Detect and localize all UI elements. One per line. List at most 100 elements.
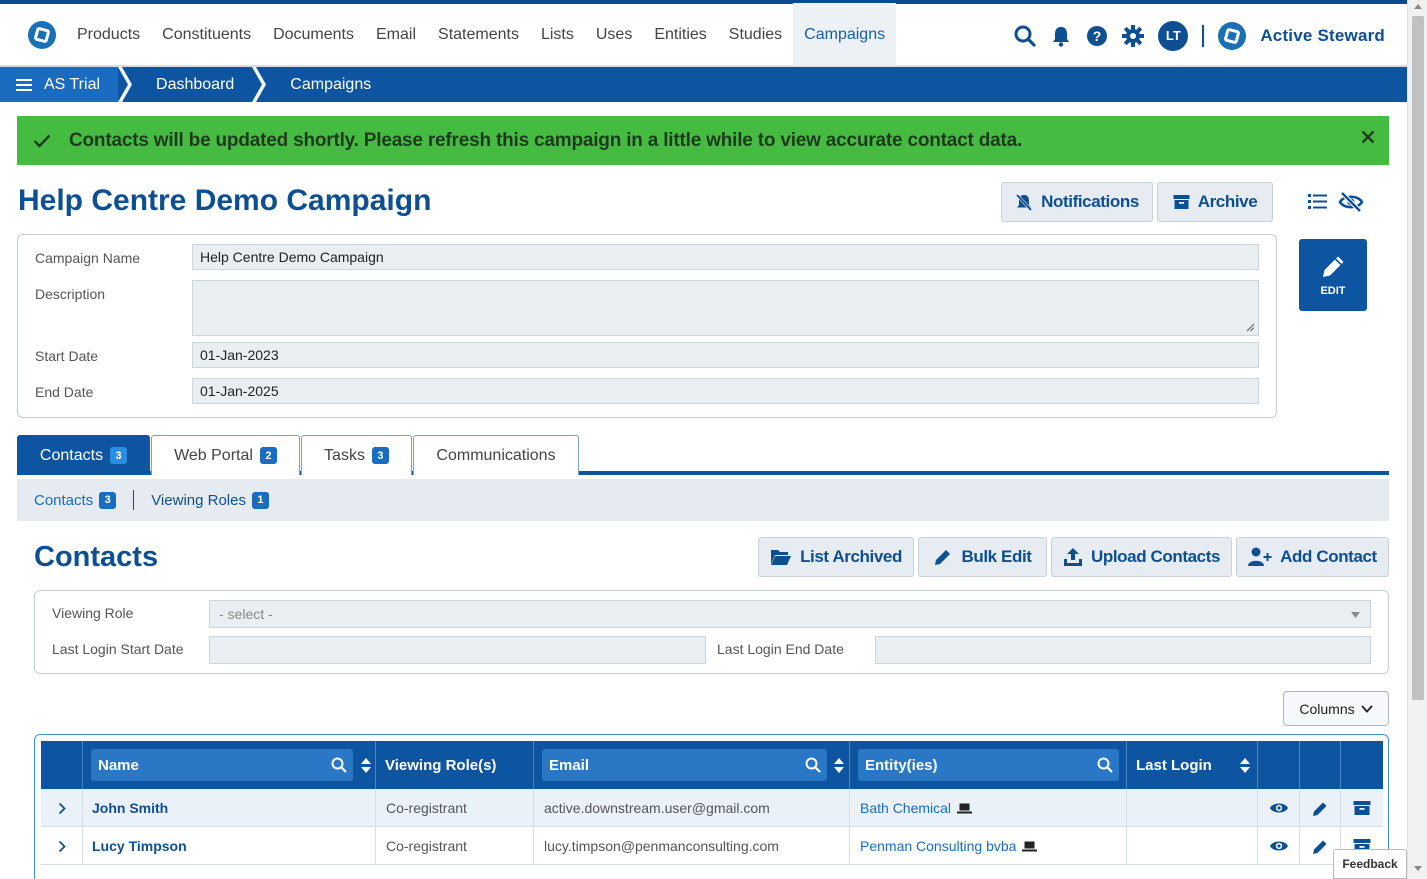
subnav-contacts[interactable]: Contacts 3	[17, 491, 133, 509]
bell-icon[interactable]	[1050, 25, 1072, 47]
breadcrumb-label: AS Trial	[44, 75, 101, 93]
expand-row-cell[interactable]	[41, 827, 83, 865]
campaign-name-field[interactable]: Help Centre Demo Campaign	[192, 244, 1259, 270]
tab-communications[interactable]: Communications	[413, 435, 579, 475]
name-column-header[interactable]: Name	[83, 741, 376, 789]
nav-right-tools: ? LT Active Steward	[1014, 4, 1385, 67]
view-action-cell	[1258, 789, 1300, 827]
eye-icon[interactable]	[1269, 839, 1289, 853]
laptop-icon	[957, 803, 973, 813]
campaign-details-form: Campaign Name Help Centre Demo Campaign …	[17, 234, 1277, 418]
list-archived-button[interactable]: List Archived	[758, 537, 914, 577]
archive-action-cell	[1341, 789, 1383, 827]
last-login-end-input[interactable]	[875, 636, 1371, 664]
archive-icon[interactable]	[1353, 800, 1371, 816]
nav-entities[interactable]: Entities	[643, 3, 717, 66]
page-scrollbar[interactable]	[1407, 0, 1427, 879]
email-search-field[interactable]: Email	[542, 749, 827, 781]
contact-name[interactable]: John Smith	[83, 789, 376, 827]
help-icon[interactable]: ?	[1086, 25, 1108, 47]
nav-lists[interactable]: Lists	[530, 3, 585, 66]
sort-icon[interactable]	[361, 758, 371, 773]
add-contact-button[interactable]: Add Contact	[1236, 537, 1389, 577]
tab-tasks[interactable]: Tasks 3	[301, 435, 412, 475]
description-field[interactable]	[192, 280, 1259, 336]
breadcrumb: AS Trial Dashboard Campaigns	[0, 67, 1407, 102]
entity-name[interactable]: Bath Chemical	[860, 800, 951, 816]
add-user-icon	[1248, 547, 1272, 566]
add-contact-label: Add Contact	[1280, 547, 1377, 566]
breadcrumb-campaigns[interactable]: Campaigns	[266, 67, 389, 102]
start-date-field[interactable]: 01-Jan-2023	[192, 342, 1259, 368]
edit-button[interactable]: EDIT	[1299, 239, 1367, 311]
scroll-up-arrow-icon[interactable]	[1414, 4, 1422, 9]
viewing-role-select[interactable]: - select -	[209, 600, 1371, 628]
feedback-button[interactable]: Feedback	[1333, 849, 1407, 879]
breadcrumb-as-trial[interactable]: AS Trial	[0, 67, 119, 102]
scroll-down-arrow-icon[interactable]	[1414, 866, 1422, 871]
contact-name[interactable]: Lucy Timpson	[83, 827, 376, 865]
nav-email[interactable]: Email	[365, 3, 427, 66]
nav-statements[interactable]: Statements	[427, 3, 530, 66]
nav-studies[interactable]: Studies	[718, 3, 793, 66]
eye-slash-icon[interactable]	[1338, 191, 1364, 213]
breadcrumb-dashboard[interactable]: Dashboard	[132, 67, 252, 102]
table-header: Name Viewing Role(s) Email Entity(ies) L…	[41, 741, 1383, 789]
table-row[interactable]: Lucy Timpson Co-registrant lucy.timpson@…	[41, 827, 1383, 865]
user-avatar[interactable]: LT	[1158, 20, 1189, 51]
last-login-start-label: Last Login Start Date	[52, 641, 184, 657]
search-icon[interactable]	[331, 757, 347, 773]
last-login-cell	[1127, 827, 1258, 865]
sort-icon[interactable]	[834, 758, 844, 773]
close-icon[interactable]	[1361, 130, 1375, 144]
nav-products[interactable]: Products	[66, 3, 151, 66]
tab-web-portal[interactable]: Web Portal 2	[151, 435, 300, 475]
nav-uses[interactable]: Uses	[585, 3, 643, 66]
list-icon[interactable]	[1308, 191, 1328, 211]
subnav-viewing-roles[interactable]: Viewing Roles 1	[134, 491, 286, 509]
entities-column-header[interactable]: Entity(ies)	[850, 741, 1127, 789]
table-row[interactable]: John Smith Co-registrant active.downstre…	[41, 789, 1383, 827]
last-login-start-input[interactable]	[209, 636, 706, 664]
scroll-thumb[interactable]	[1412, 16, 1424, 700]
sort-icon[interactable]	[1240, 758, 1250, 773]
pencil-icon[interactable]	[1312, 838, 1329, 855]
tab-label: Tasks	[324, 446, 365, 464]
contacts-table: Name Viewing Role(s) Email Entity(ies) L…	[34, 734, 1389, 879]
nav-campaigns[interactable]: Campaigns	[793, 3, 897, 66]
search-icon[interactable]	[1014, 25, 1036, 47]
expand-row-cell[interactable]	[41, 789, 83, 827]
last-login-column-header[interactable]: Last Login	[1127, 741, 1258, 789]
last-login-cell	[1127, 789, 1258, 827]
pencil-icon[interactable]	[1312, 800, 1329, 817]
pencil-icon	[1323, 256, 1344, 277]
tab-contacts[interactable]: Contacts 3	[17, 435, 150, 475]
eye-icon[interactable]	[1269, 801, 1289, 815]
search-icon[interactable]	[1097, 757, 1113, 773]
nav-constituents[interactable]: Constituents	[151, 3, 262, 66]
search-icon[interactable]	[805, 757, 821, 773]
gear-icon[interactable]	[1122, 24, 1145, 47]
viewing-roles-column-header[interactable]: Viewing Role(s)	[376, 741, 534, 789]
resize-handle-icon[interactable]	[1246, 323, 1255, 332]
entity-name[interactable]: Penman Consulting bvba	[860, 838, 1016, 854]
archive-button[interactable]: Archive	[1157, 182, 1273, 222]
bulk-edit-button[interactable]: Bulk Edit	[918, 537, 1047, 577]
name-search-field[interactable]: Name	[91, 749, 353, 781]
pencil-icon	[935, 550, 951, 565]
hamburger-menu-icon[interactable]	[16, 78, 32, 91]
entities-search-field[interactable]: Entity(ies)	[858, 749, 1119, 781]
nav-documents[interactable]: Documents	[262, 3, 365, 66]
end-date-field[interactable]: 01-Jan-2025	[192, 378, 1259, 404]
columns-button[interactable]: Columns	[1283, 691, 1389, 726]
notifications-button[interactable]: Notifications	[1001, 182, 1153, 222]
upload-contacts-button[interactable]: Upload Contacts	[1051, 537, 1232, 577]
chevron-right-icon[interactable]	[58, 840, 66, 853]
email-column-header[interactable]: Email	[534, 741, 850, 789]
entity-cell[interactable]: Bath Chemical	[850, 789, 1127, 827]
entity-cell[interactable]: Penman Consulting bvba	[850, 827, 1127, 865]
app-logo-icon[interactable]	[28, 20, 56, 49]
chevron-right-icon[interactable]	[58, 802, 66, 815]
nav-divider	[1202, 24, 1205, 47]
edit-column-header	[1300, 741, 1341, 789]
